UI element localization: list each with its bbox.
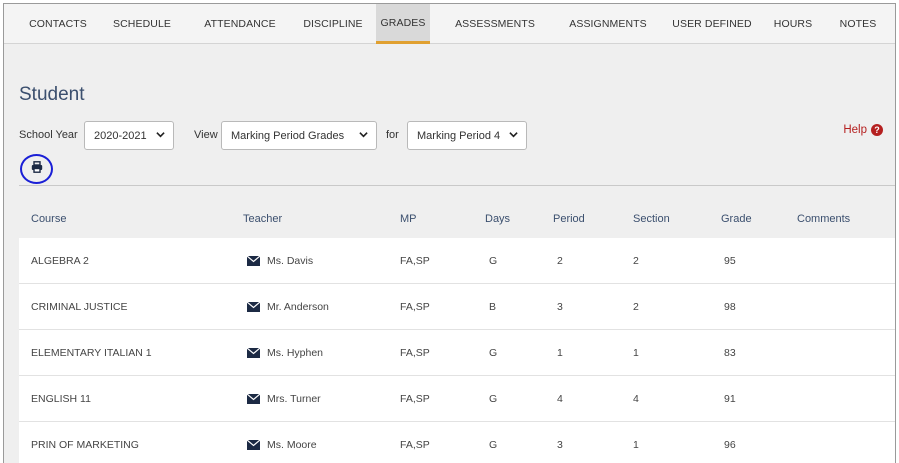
mail-icon[interactable] bbox=[247, 302, 260, 312]
table-row[interactable]: CRIMINAL JUSTICE Mr. Anderson FA,SP B 3 … bbox=[19, 284, 895, 330]
grades-table-header: Course Teacher MP Days Period Section Gr… bbox=[19, 204, 895, 234]
help-label: Help bbox=[843, 124, 867, 136]
days-value: G bbox=[489, 439, 498, 451]
grade-value: 83 bbox=[724, 347, 736, 359]
teacher-name: Ms. Hyphen bbox=[267, 347, 324, 359]
period-value: 3 bbox=[557, 301, 563, 313]
col-comments[interactable]: Comments bbox=[797, 204, 850, 234]
teacher-cell: Ms. Hyphen bbox=[247, 330, 323, 376]
tab-attendance[interactable]: ATTENDANCE bbox=[199, 4, 281, 44]
question-circle-icon: ? bbox=[871, 124, 883, 136]
mail-icon[interactable] bbox=[247, 256, 260, 266]
table-row[interactable]: ELEMENTARY ITALIAN 1 Ms. Hyphen FA,SP G … bbox=[19, 330, 895, 376]
grade-value: 91 bbox=[724, 393, 736, 405]
grade-value: 96 bbox=[724, 439, 736, 451]
teacher-cell: Ms. Davis bbox=[247, 238, 313, 284]
tab-grades[interactable]: GRADES bbox=[376, 4, 430, 44]
course-name: CRIMINAL JUSTICE bbox=[31, 301, 128, 313]
view-label: View bbox=[194, 129, 218, 141]
tab-notes[interactable]: NOTES bbox=[830, 4, 886, 44]
section-value: 1 bbox=[633, 439, 639, 451]
days-value: G bbox=[489, 347, 498, 359]
print-icon bbox=[31, 160, 43, 178]
days-value: G bbox=[489, 393, 498, 405]
grades-table-body: ALGEBRA 2 Ms. Davis FA,SP G 2 2 95 CRIMI… bbox=[19, 238, 895, 463]
mp-value: FA,SP bbox=[400, 439, 430, 451]
grade-value: 95 bbox=[724, 255, 736, 267]
for-label: for bbox=[386, 129, 399, 141]
days-value: G bbox=[489, 255, 498, 267]
tab-schedule[interactable]: SCHEDULE bbox=[105, 4, 179, 44]
tab-assignments[interactable]: ASSIGNMENTS bbox=[559, 4, 657, 44]
page-title: Student bbox=[19, 84, 85, 105]
section-value: 1 bbox=[633, 347, 639, 359]
tab-bar: CONTACTS SCHEDULE ATTENDANCE DISCIPLINE … bbox=[4, 4, 895, 44]
table-row[interactable]: ENGLISH 11 Mrs. Turner FA,SP G 4 4 91 bbox=[19, 376, 895, 422]
section-value: 2 bbox=[633, 301, 639, 313]
chevron-down-icon bbox=[359, 130, 368, 141]
teacher-name: Mrs. Turner bbox=[267, 393, 321, 405]
col-course[interactable]: Course bbox=[31, 204, 66, 234]
school-year-label: School Year bbox=[19, 129, 78, 141]
mp-value: FA,SP bbox=[400, 393, 430, 405]
teacher-name: Ms. Moore bbox=[267, 439, 317, 451]
tab-user-defined[interactable]: USER DEFINED bbox=[665, 4, 759, 44]
period-value: 3 bbox=[557, 439, 563, 451]
grade-value: 98 bbox=[724, 301, 736, 313]
teacher-name: Ms. Davis bbox=[267, 255, 314, 267]
teacher-cell: Mrs. Turner bbox=[247, 376, 321, 422]
period-value: 2 bbox=[557, 255, 563, 267]
course-name: ENGLISH 11 bbox=[31, 393, 91, 405]
course-name: PRIN OF MARKETING bbox=[31, 439, 139, 451]
tab-contacts[interactable]: CONTACTS bbox=[26, 4, 90, 44]
school-year-value: 2020-2021 bbox=[94, 129, 147, 142]
mail-icon[interactable] bbox=[247, 394, 260, 404]
tab-assessments[interactable]: ASSESSMENTS bbox=[449, 4, 541, 44]
table-row[interactable]: ALGEBRA 2 Ms. Davis FA,SP G 2 2 95 bbox=[19, 238, 895, 284]
section-divider bbox=[19, 185, 895, 186]
chevron-down-icon bbox=[509, 130, 518, 141]
school-year-select[interactable]: 2020-2021 bbox=[84, 121, 174, 150]
col-period[interactable]: Period bbox=[553, 204, 585, 234]
teacher-name: Mr. Anderson bbox=[267, 301, 329, 313]
period-value: 1 bbox=[557, 347, 563, 359]
col-grade[interactable]: Grade bbox=[721, 204, 752, 234]
marking-period-select[interactable]: Marking Period 4 bbox=[407, 121, 527, 150]
teacher-cell: Mr. Anderson bbox=[247, 284, 329, 330]
col-mp[interactable]: MP bbox=[400, 204, 417, 234]
mail-icon[interactable] bbox=[247, 440, 260, 450]
mp-value: FA,SP bbox=[400, 347, 430, 359]
student-portal-window: CONTACTS SCHEDULE ATTENDANCE DISCIPLINE … bbox=[3, 3, 896, 463]
marking-period-value: Marking Period 4 bbox=[417, 129, 501, 142]
mail-icon[interactable] bbox=[247, 348, 260, 358]
section-value: 2 bbox=[633, 255, 639, 267]
view-select[interactable]: Marking Period Grades bbox=[221, 121, 377, 150]
col-days[interactable]: Days bbox=[485, 204, 510, 234]
mp-value: FA,SP bbox=[400, 255, 430, 267]
mp-value: FA,SP bbox=[400, 301, 430, 313]
view-value: Marking Period Grades bbox=[231, 129, 345, 142]
table-row[interactable]: PRIN OF MARKETING Ms. Moore FA,SP G 3 1 … bbox=[19, 422, 895, 463]
print-button[interactable] bbox=[20, 154, 53, 184]
chevron-down-icon bbox=[156, 130, 165, 141]
section-value: 4 bbox=[633, 393, 639, 405]
col-section[interactable]: Section bbox=[633, 204, 670, 234]
col-teacher[interactable]: Teacher bbox=[243, 204, 282, 234]
course-name: ALGEBRA 2 bbox=[31, 255, 89, 267]
tab-discipline[interactable]: DISCIPLINE bbox=[297, 4, 369, 44]
tab-hours[interactable]: HOURS bbox=[766, 4, 820, 44]
help-link[interactable]: Help ? bbox=[843, 124, 883, 136]
teacher-cell: Ms. Moore bbox=[247, 422, 317, 463]
period-value: 4 bbox=[557, 393, 563, 405]
course-name: ELEMENTARY ITALIAN 1 bbox=[31, 347, 152, 359]
days-value: B bbox=[489, 301, 497, 313]
